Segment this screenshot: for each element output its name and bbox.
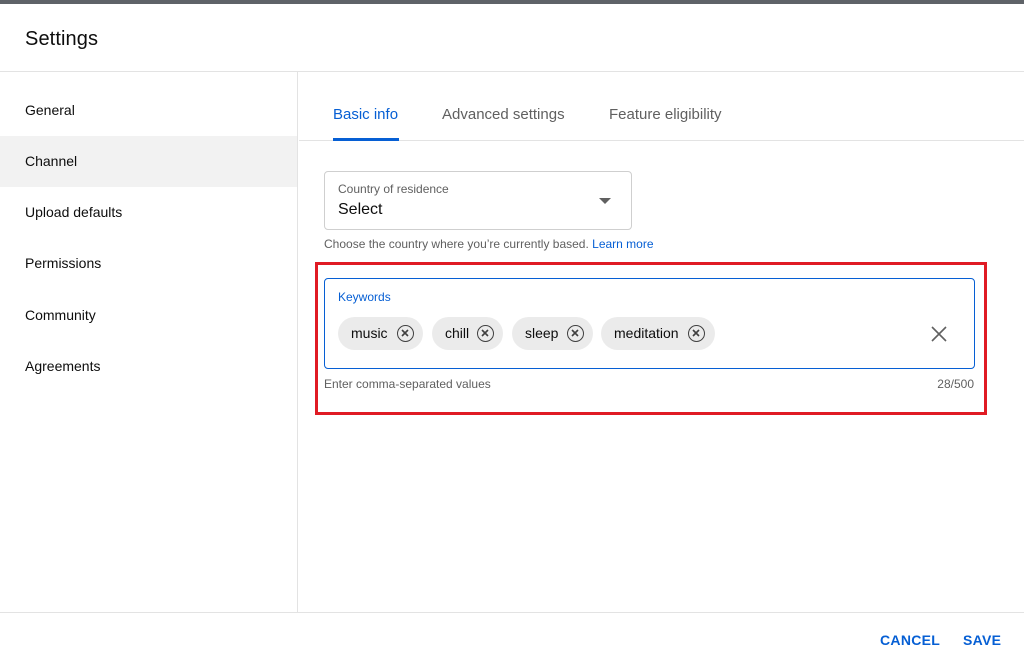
sidebar-item-label: Permissions: [25, 255, 102, 271]
cancel-button[interactable]: CANCEL: [880, 632, 940, 648]
chip-label: music: [351, 325, 388, 341]
settings-main-panel: Basic info Advanced settings Feature eli…: [299, 72, 1024, 612]
sidebar-item-label: Channel: [25, 153, 78, 169]
sidebar-item-label: Upload defaults: [25, 204, 123, 220]
sidebar-item-community[interactable]: Community: [0, 290, 297, 341]
keywords-label: Keywords: [338, 290, 391, 304]
sidebar-item-channel[interactable]: Channel: [0, 136, 297, 187]
keyword-chip-sleep: sleep: [512, 317, 593, 350]
save-button[interactable]: SAVE: [963, 632, 1001, 648]
learn-more-link[interactable]: Learn more: [592, 237, 653, 251]
sidebar-item-label: General: [25, 102, 75, 118]
country-of-residence-select[interactable]: Country of residence Select: [324, 171, 632, 230]
remove-chip-icon[interactable]: [567, 325, 584, 342]
keywords-character-count: 28/500: [937, 377, 974, 391]
dialog-footer: CANCEL SAVE: [0, 612, 1024, 667]
sidebar-item-label: Community: [25, 307, 96, 323]
sidebar-item-general[interactable]: General: [0, 85, 297, 136]
keyword-chip-meditation: meditation: [601, 317, 715, 350]
sidebar-item-agreements[interactable]: Agreements: [0, 341, 297, 392]
remove-chip-icon[interactable]: [477, 325, 494, 342]
keywords-input[interactable]: Keywords music chill sleep meditation: [324, 278, 975, 369]
keyword-chip-music: music: [338, 317, 423, 350]
chip-label: sleep: [525, 325, 559, 341]
chip-label: chill: [445, 325, 470, 341]
dropdown-arrow-icon: [599, 198, 611, 204]
country-select-label: Country of residence: [338, 182, 449, 196]
settings-sidebar: General Channel Upload defaults Permissi…: [0, 72, 298, 612]
keywords-helper-text: Enter comma-separated values: [324, 377, 491, 391]
dialog-header: Settings: [0, 4, 1024, 72]
chip-label: meditation: [614, 325, 679, 341]
remove-chip-icon[interactable]: [397, 325, 414, 342]
remove-chip-icon[interactable]: [688, 325, 705, 342]
tab-feature-eligibility[interactable]: Feature eligibility: [609, 106, 722, 123]
tab-basic-info[interactable]: Basic info: [333, 106, 398, 123]
sidebar-item-permissions[interactable]: Permissions: [0, 238, 297, 289]
tab-bar: Basic info Advanced settings Feature eli…: [299, 72, 1024, 141]
keyword-chip-chill: chill: [432, 317, 503, 350]
page-title: Settings: [25, 28, 99, 50]
sidebar-item-label: Agreements: [25, 358, 101, 374]
tab-advanced-settings[interactable]: Advanced settings: [442, 106, 565, 123]
country-select-value: Select: [338, 201, 383, 218]
settings-dialog: Settings General Channel Upload defaults…: [0, 4, 1024, 667]
country-helper-label: Choose the country where you’re currentl…: [324, 237, 589, 251]
sidebar-item-upload-defaults[interactable]: Upload defaults: [0, 187, 297, 238]
country-helper-text: Choose the country where you’re currentl…: [324, 237, 654, 251]
active-tab-indicator: [333, 138, 399, 141]
clear-keywords-icon[interactable]: [929, 324, 949, 344]
